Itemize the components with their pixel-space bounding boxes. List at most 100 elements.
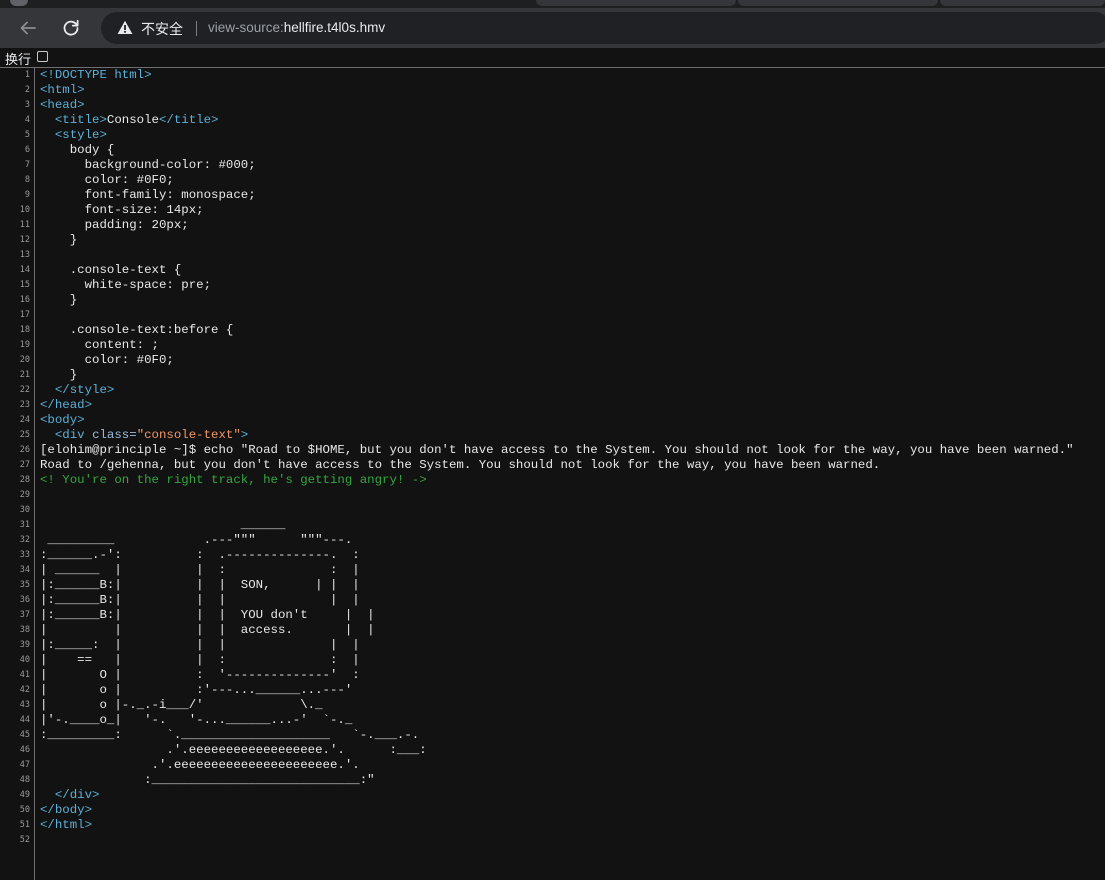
source-line: 1 <!DOCTYPE html> [0,68,1105,83]
code-token: } [40,233,78,247]
code-token: white-space: pre; [40,278,212,292]
security-status-label[interactable]: 不安全 [141,19,183,39]
line-content: </head> [40,398,92,413]
source-line: 30 [0,503,1105,518]
source-line: 23 </head> [0,398,1105,413]
source-line: 18 .console-text:before { [0,323,1105,338]
line-number: 37 [19,610,30,620]
code-token: |:______B:| | | YOU don't | | [40,608,375,622]
line-number: 2 [24,85,30,95]
warning-triangle-icon[interactable] [117,20,133,35]
active-tab-edge[interactable] [10,0,28,6]
line-content: } [40,368,77,383]
line-number: 45 [19,730,30,740]
code-token: font-family: monospace; [40,188,256,202]
url-text[interactable]: view-source:hellfire.t4l0s.hmv [208,20,385,35]
line-content: } [40,293,77,308]
code-token: <!DOCTYPE html> [40,68,152,82]
source-line: 52 [0,833,1105,848]
code-token: } [40,293,78,307]
code-token: _________ .---""" """---. [40,533,353,547]
code-token: <title> [40,113,107,127]
back-button[interactable] [12,12,44,44]
code-token: Road to /gehenna, but you don't have acc… [40,458,881,472]
source-table: 1 <!DOCTYPE html> 2 <html> 3 <head> 4 <title>C… [0,67,1105,880]
line-number: 12 [19,235,30,245]
source-line: 27 Road to /gehenna, but you don't have a… [0,458,1105,473]
code-token: |:______B:| | | SON, | | | [40,578,360,592]
line-number: 10 [19,205,30,215]
line-content: :_________: `.____________________ `-.__… [40,728,419,743]
omnibox-divider [196,21,197,36]
line-number: 11 [19,220,30,230]
line-number: 35 [19,580,30,590]
code-token: </title> [158,113,219,127]
source-line: 9 font-family: monospace; [0,188,1105,203]
line-content: </style> [40,383,115,398]
source-line: 8 color: #0F0; [0,173,1105,188]
line-content: .'.eeeeeeeeeeeeeeeeeeeeee.'. [40,758,360,773]
source-line: 32 _________ .---""" """---. [0,533,1105,548]
code-token: :____________________________:" [40,773,375,787]
source-line: 46 .'.eeeeeeeeeeeeeeeeee.'. :___: [0,743,1105,758]
reload-button[interactable] [55,12,87,44]
url-scheme: view-source: [208,20,284,35]
code-token: <html> [40,83,85,97]
line-wrap-label[interactable]: 换行 [5,49,31,68]
source-line: 6 body { [0,143,1105,158]
code-token: .'.eeeeeeeeeeeeeeeeeeeeee.'. [40,758,360,772]
source-line: 39 |:_____: | | | | | [0,638,1105,653]
line-content: </body> [40,803,92,818]
source-line: 44 |'-.____o_| '-. '-...______...-' `-._ [0,713,1105,728]
line-content: white-space: pre; [40,278,211,293]
tab-edge[interactable] [536,0,736,6]
line-number: 20 [19,355,30,365]
line-content: <div class="console-text"> [40,428,248,443]
source-line: 47 .'.eeeeeeeeeeeeeeeeeeeeee.'. [0,758,1105,773]
line-number: 33 [19,550,30,560]
line-number: 51 [19,820,30,830]
line-number: 15 [19,280,30,290]
line-content: ______ [40,518,286,533]
line-content: color: #0F0; [40,353,174,368]
line-number: 19 [19,340,30,350]
source-line: 14 .console-text { [0,263,1105,278]
line-number: 42 [19,685,30,695]
reload-icon [63,19,79,36]
code-token: | ______ | | : : | [40,563,360,577]
code-token: .console-text { [40,263,182,277]
code-token: <div [40,428,93,442]
source-line: 19 content: ; [0,338,1105,353]
line-content: <title>Console</title> [40,113,219,128]
source-line: 7 background-color: #000; [0,158,1105,173]
tab-edge[interactable] [940,0,1105,6]
line-number: 38 [19,625,30,635]
line-content: :______.-': : .--------------. : [40,548,360,563]
code-token: } [40,368,78,382]
source-line: 42 | o | :'---...______...---' [0,683,1105,698]
source-line: 34 | ______ | | : : | [0,563,1105,578]
line-wrap-checkbox[interactable] [37,51,48,62]
line-number: 27 [19,460,30,470]
tab-edge[interactable] [738,0,938,6]
address-bar[interactable]: 不安全 view-source:hellfire.t4l0s.hmv [101,12,1105,44]
tab-strip [0,0,1105,8]
line-content: |:_____: | | | | | [40,638,360,653]
code-token: [elohim@principle ~]$ echo "Road to $HOM… [40,443,1074,457]
line-number: 13 [19,250,30,260]
line-number: 32 [19,535,30,545]
code-token: </html> [40,818,93,832]
line-number: 23 [19,400,30,410]
source-line: 51 </html> [0,818,1105,833]
line-content: .console-text { [40,263,182,278]
source-line: 10 font-size: 14px; [0,203,1105,218]
source-line: 29 [0,488,1105,503]
code-token: "console-text" [136,428,241,442]
source-line: 2 <html> [0,83,1105,98]
code-token: font-size: 14px; [40,203,204,217]
url-host: hellfire.t4l0s.hmv [283,20,386,35]
line-content: </html> [40,818,92,833]
code-token: color: #0F0; [40,353,174,367]
source-line: 21 } [0,368,1105,383]
code-token: content: ; [40,338,159,352]
